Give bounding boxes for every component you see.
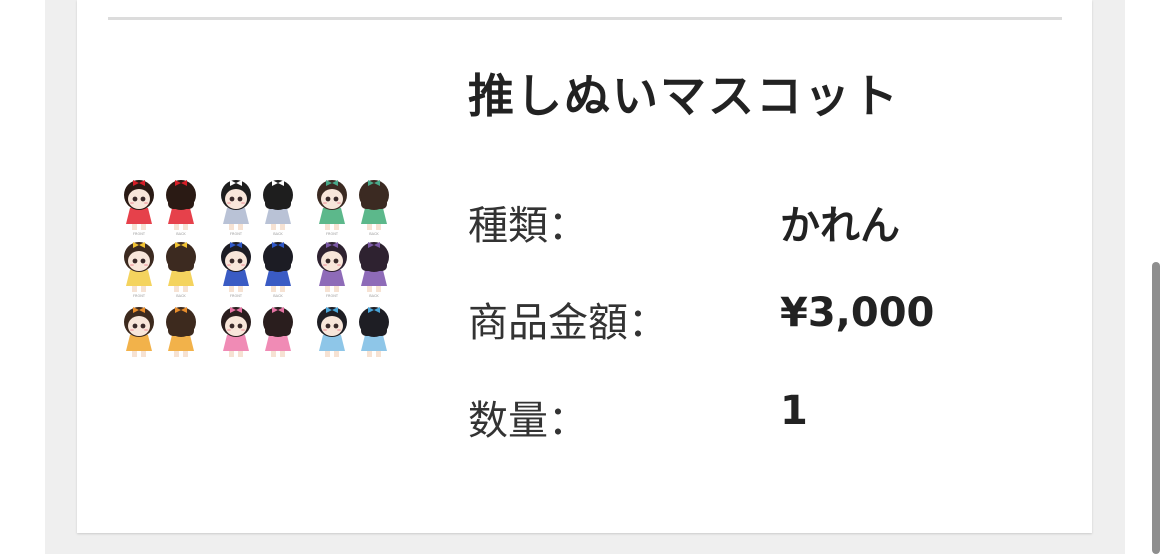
price-value: ¥3,000: [780, 290, 935, 336]
back-caption: BACK: [369, 294, 379, 298]
doll-front-9: [317, 307, 347, 357]
quantity-label: 数量：: [468, 398, 588, 444]
doll-back-2: [263, 180, 293, 230]
back-caption: BACK: [273, 294, 283, 298]
doll-front-6: [317, 242, 347, 292]
back-caption: BACK: [369, 232, 379, 236]
doll-back-3: [359, 180, 389, 230]
product-title: 推しぬいマスコット: [468, 69, 900, 123]
doll-front-5: [221, 242, 251, 292]
front-caption: FRONT: [230, 232, 243, 236]
doll-back-1: [166, 180, 196, 230]
scrollbar[interactable]: [1152, 262, 1160, 554]
doll-back-5: [263, 242, 293, 292]
product-image: FRONT BACK FRONT BACK FRONT BACK FRONT BACK FRON…: [124, 180, 389, 357]
doll-back-7: [166, 307, 196, 357]
quantity-value: 1: [780, 388, 808, 434]
type-value: かれん: [780, 203, 900, 249]
doll-front-7: [124, 307, 154, 357]
doll-front-2: [221, 180, 251, 230]
doll-front-3: [317, 180, 347, 230]
back-caption: BACK: [176, 232, 186, 236]
section-divider: [108, 17, 1062, 20]
back-caption: BACK: [176, 294, 186, 298]
doll-front-1: [124, 180, 154, 230]
type-label: 種類：: [468, 203, 588, 249]
front-caption: FRONT: [326, 294, 339, 298]
doll-back-6: [359, 242, 389, 292]
doll-front-8: [221, 307, 251, 357]
front-caption: FRONT: [326, 232, 339, 236]
doll-front-4: [124, 242, 154, 292]
front-caption: FRONT: [133, 294, 146, 298]
doll-back-9: [359, 307, 389, 357]
back-caption: BACK: [273, 232, 283, 236]
doll-back-8: [263, 307, 293, 357]
front-caption: FRONT: [230, 294, 243, 298]
front-caption: FRONT: [133, 232, 146, 236]
price-label: 商品金額：: [468, 300, 668, 346]
doll-back-4: [166, 242, 196, 292]
